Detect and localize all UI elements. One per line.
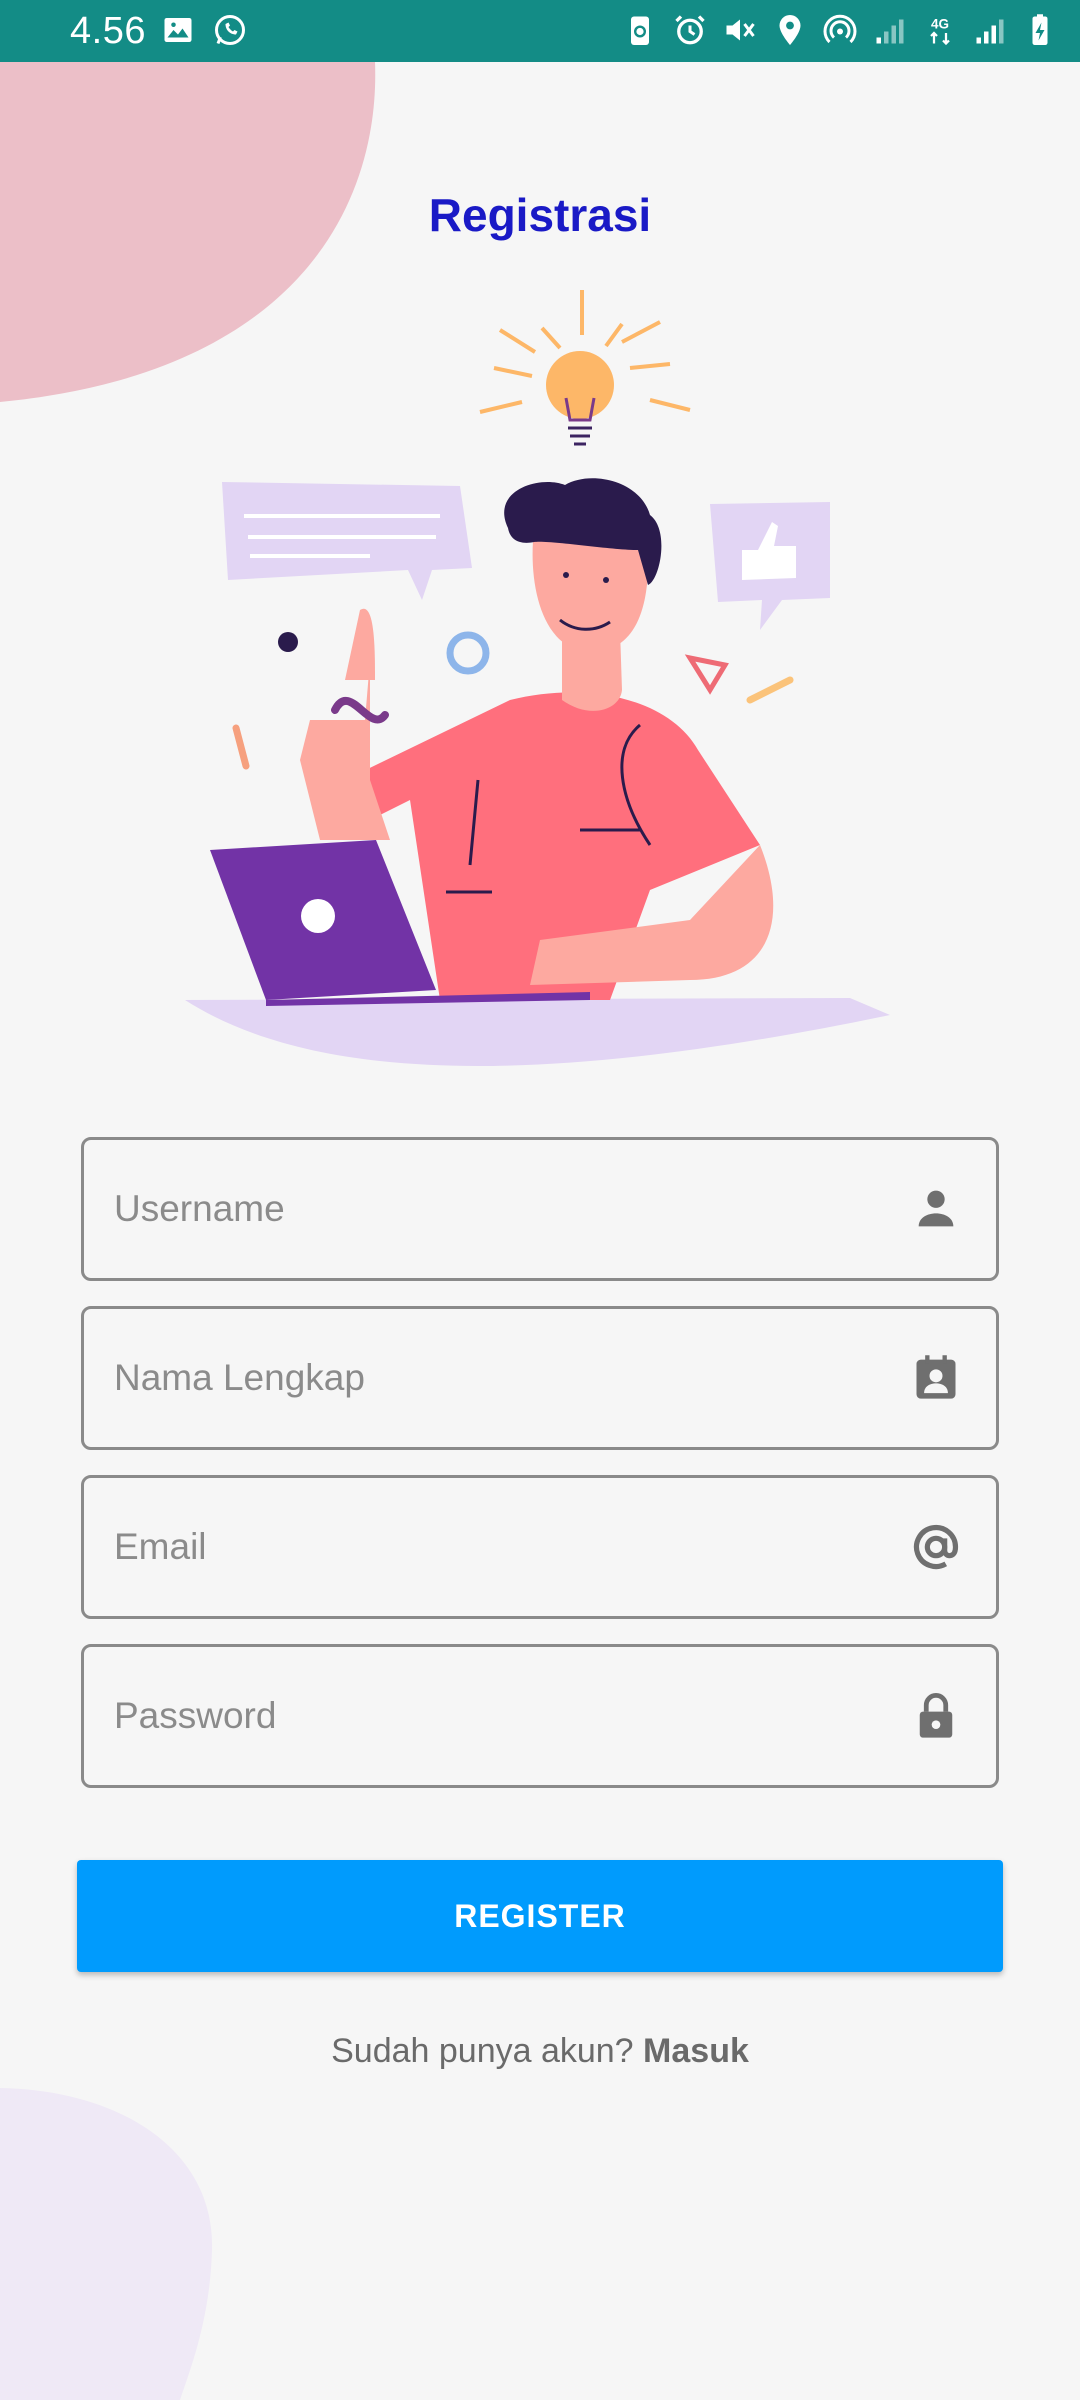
register-button[interactable]: REGISTER: [77, 1860, 1003, 1972]
decorative-blob-bottom: [0, 2088, 213, 2400]
network-label: 4G: [931, 17, 949, 32]
login-prompt-text: Sudah punya akun?: [331, 2032, 634, 2070]
email-field[interactable]: Email: [81, 1475, 999, 1619]
hotspot-icon: [823, 14, 857, 44]
password-field[interactable]: Password: [81, 1644, 999, 1788]
signal-icon: [976, 19, 1004, 44]
mute-vibrate-icon: [726, 19, 755, 41]
lock-icon: [919, 1693, 953, 1738]
registration-illustration: [182, 290, 890, 1067]
network-4g-icon: 4G: [930, 17, 950, 46]
contact-card-icon: [916, 1355, 956, 1399]
person-icon: [918, 1190, 954, 1227]
location-icon: [779, 15, 801, 45]
page-title: Registrasi: [428, 189, 652, 241]
recycle-battery-icon: [631, 16, 649, 45]
full-name-placeholder: Nama Lengkap: [114, 1357, 365, 1398]
signal-weak-icon: [876, 19, 904, 44]
username-placeholder: Username: [114, 1188, 285, 1229]
login-prompt: Sudah punya akun? Masuk: [0, 2032, 1080, 2071]
password-placeholder: Password: [114, 1695, 277, 1736]
login-link[interactable]: Masuk: [643, 2032, 749, 2070]
username-field[interactable]: Username: [81, 1137, 999, 1281]
whatsapp-icon: [215, 15, 245, 45]
gallery-icon: [164, 18, 192, 42]
status-bar: 4.56 4G: [0, 0, 1080, 62]
alarm-icon: [675, 15, 705, 45]
full-name-field[interactable]: Nama Lengkap: [81, 1306, 999, 1450]
battery-charging-icon: [1032, 14, 1048, 45]
at-sign-icon: [913, 1524, 959, 1570]
status-time: 4.56: [70, 10, 146, 52]
email-placeholder: Email: [114, 1526, 207, 1567]
